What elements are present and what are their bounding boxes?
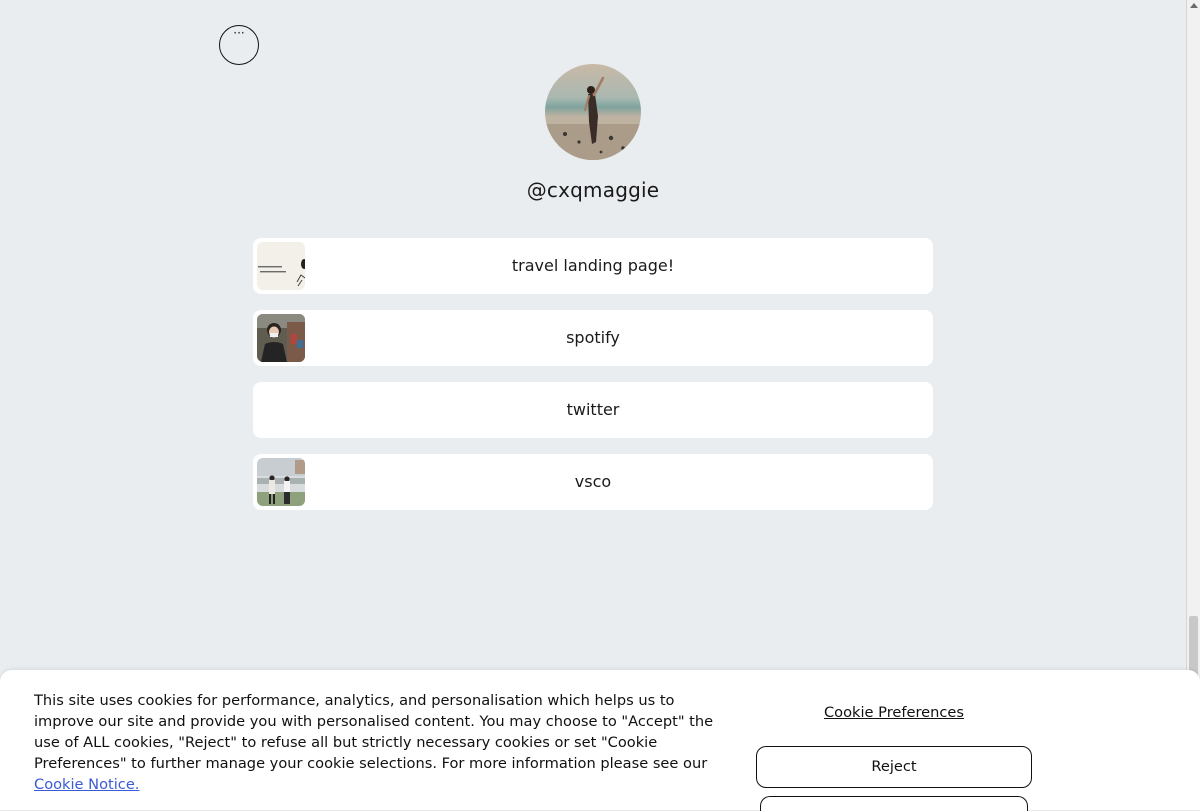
avatar bbox=[545, 64, 641, 160]
cookie-notice-link[interactable]: Cookie Notice. bbox=[34, 776, 139, 793]
link-card-travel[interactable]: travel landing page! bbox=[253, 238, 933, 294]
cookie-banner: This site uses cookies for performance, … bbox=[0, 670, 1200, 811]
reject-button[interactable]: Reject bbox=[756, 746, 1032, 788]
accept-button[interactable] bbox=[760, 796, 1028, 811]
profile-username: @cxqmaggie bbox=[526, 178, 660, 202]
spotify-thumbnail bbox=[257, 314, 305, 362]
scroll-up-arrow-icon[interactable] bbox=[1190, 3, 1198, 8]
link-label: vsco bbox=[574, 472, 612, 491]
link-card-spotify[interactable]: spotify bbox=[253, 310, 933, 366]
cookie-preferences-link[interactable]: Cookie Preferences bbox=[756, 704, 1032, 721]
more-options-button[interactable]: ··· bbox=[219, 25, 259, 65]
link-label: spotify bbox=[566, 328, 620, 347]
link-card-vsco[interactable]: vsco bbox=[253, 454, 933, 510]
link-label: travel landing page! bbox=[511, 256, 675, 275]
vsco-thumbnail bbox=[257, 458, 305, 506]
ellipsis-icon: ··· bbox=[233, 26, 245, 40]
travel-thumbnail bbox=[257, 242, 305, 290]
link-label: twitter bbox=[566, 400, 620, 419]
cookie-message: This site uses cookies for performance, … bbox=[34, 690, 714, 795]
link-card-twitter[interactable]: twitter bbox=[253, 382, 933, 438]
cookie-message-text: This site uses cookies for performance, … bbox=[34, 692, 714, 772]
